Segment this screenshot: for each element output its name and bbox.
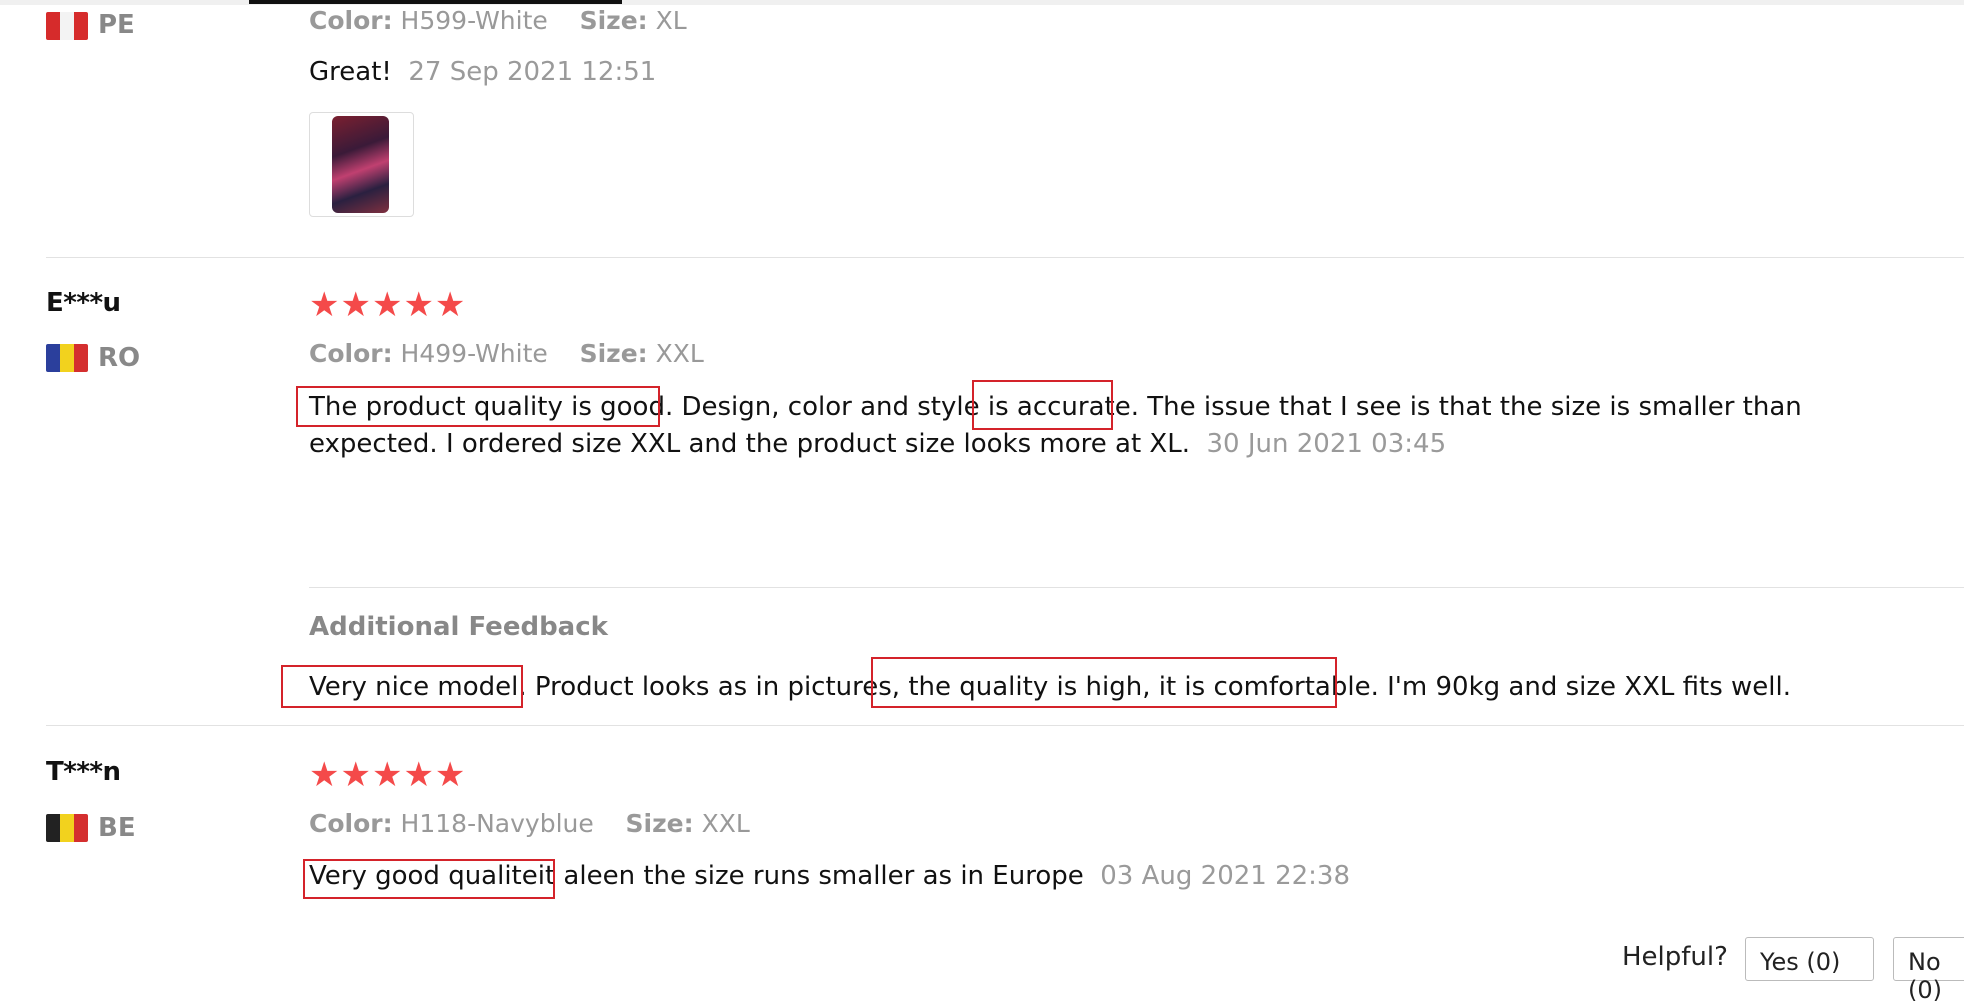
highlight-box xyxy=(972,380,1113,430)
flag-icon-ro xyxy=(46,344,88,372)
product-variant: Color: H499-White Size: XXL xyxy=(309,339,704,368)
reviewer-country: RO xyxy=(98,343,141,373)
helpful-label: Helpful? xyxy=(1622,942,1728,972)
review-text: Great! 27 Sep 2021 12:51 xyxy=(309,57,657,87)
highlight-box xyxy=(281,665,523,708)
reviewer-country: PE xyxy=(98,10,135,40)
rating-stars: ★★★★★ xyxy=(309,755,467,795)
rating-stars: ★★★★★ xyxy=(309,285,467,325)
flag-icon-be xyxy=(46,814,88,842)
review-divider xyxy=(46,257,1964,258)
feedback-divider xyxy=(309,587,1964,588)
reviewer-name: T***n xyxy=(46,757,121,787)
reviewer-country: BE xyxy=(98,813,136,843)
product-variant: Color: H599-White Size: XL xyxy=(309,6,687,35)
additional-feedback-heading: Additional Feedback xyxy=(309,612,608,642)
product-variant: Color: H118-Navyblue Size: XXL xyxy=(309,809,750,838)
review-photo-thumbnail[interactable] xyxy=(309,112,414,217)
review-date: 27 Sep 2021 12:51 xyxy=(408,57,657,87)
highlight-box xyxy=(303,859,555,899)
helpful-yes-button[interactable]: Yes (0) xyxy=(1745,937,1874,981)
review-date: 30 Jun 2021 03:45 xyxy=(1206,429,1447,459)
highlight-box xyxy=(871,657,1337,708)
flag-icon-pe xyxy=(46,12,88,40)
reviewer-name: E***u xyxy=(46,288,121,318)
review-date: 03 Aug 2021 22:38 xyxy=(1100,861,1351,891)
review-divider xyxy=(46,725,1964,726)
helpful-no-button[interactable]: No (0) xyxy=(1893,937,1964,1004)
top-scroll-bar xyxy=(0,0,1964,5)
highlight-box xyxy=(296,386,660,427)
